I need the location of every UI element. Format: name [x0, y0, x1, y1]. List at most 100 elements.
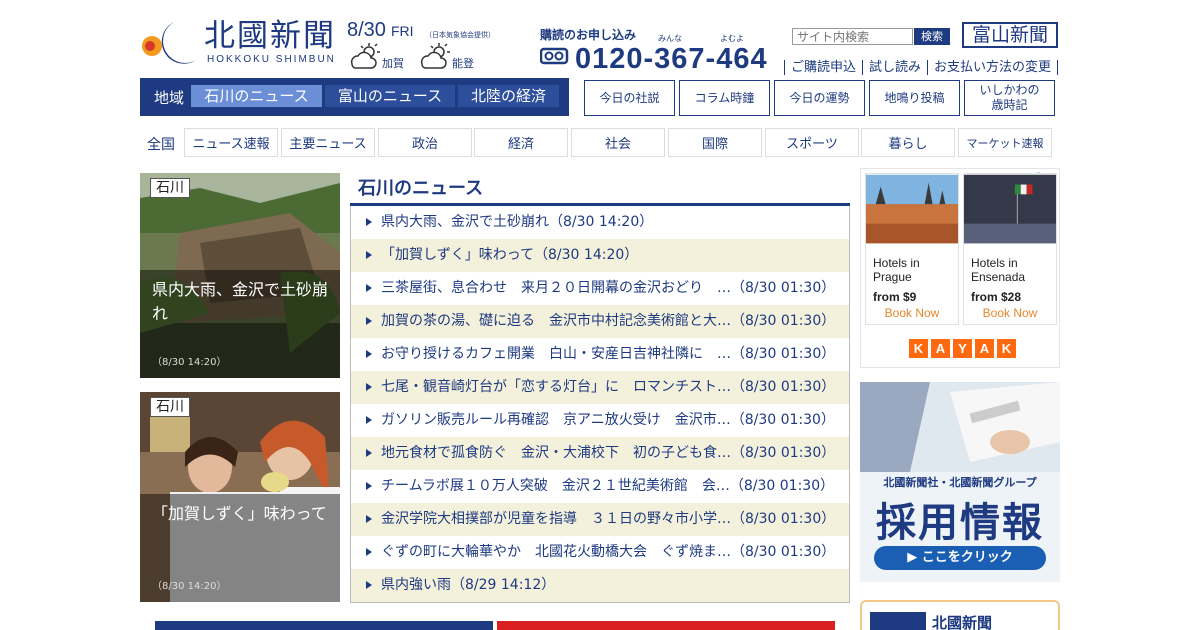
news-item[interactable]: 加賀の茶の湯、礎に迫る 金沢市中村記念美術館と大…（8/30 01:30） [351, 305, 849, 338]
featured-time: （8/30 14:20） [152, 581, 227, 592]
news-item[interactable]: ガソリン販売ルール再確認 京アニ放火受け 金沢市…（8/30 01:30） [351, 404, 849, 437]
date-value: 8/30 [347, 19, 386, 41]
cloud-sun-icon [420, 43, 450, 69]
kayak-logo[interactable]: K A Y A K [909, 339, 1016, 358]
cat-sports[interactable]: スポーツ [765, 128, 859, 157]
cat-market-news[interactable]: マーケット速報 [958, 128, 1052, 157]
link-trial[interactable]: 試し読み [862, 60, 928, 75]
editorial-button[interactable]: 今日の社説 [584, 80, 675, 116]
region-tag: 石川 [150, 397, 190, 417]
hotel-price: from $28 [971, 290, 1022, 304]
hotel-line2: Prague [873, 270, 912, 284]
tab-ishikawa-news[interactable]: 石川のニュース [191, 85, 322, 107]
freedial-icon [540, 47, 569, 65]
news-item[interactable]: 地元食材で孤食防ぐ 金沢・大浦校下 初の子ども食…（8/30 01:30） [351, 437, 849, 470]
featured-title: 「加賀しずく」味わって [152, 504, 327, 523]
tab-hokuriku-economy[interactable]: 北陸の経済 [458, 85, 559, 107]
ishikawa-news-list: 県内大雨、金沢で土砂崩れ（8/30 14:20） 「加賀しずく」味わって（8/3… [350, 206, 850, 603]
news-item[interactable]: お守り授けるカフェ開業 白山・安産日吉神社隣に …（8/30 01:30） [351, 338, 849, 371]
recruit-subtitle: 北國新聞社・北國新聞グループ [883, 476, 1037, 489]
reader-post-button[interactable]: 地鳴り投稿 [869, 80, 960, 116]
hotel-line2: Ensenada [971, 270, 1026, 284]
search-button[interactable]: 検索 [914, 28, 950, 45]
cloud-sun-icon [350, 43, 380, 69]
top-links: ご購読申込 試し読み お支払い方法の変更 [784, 56, 1059, 75]
news-item[interactable]: 七尾・観音崎灯台が「恋する灯台」に ロマンチスト…（8/30 01:30） [351, 371, 849, 404]
column-jisho-button[interactable]: コラム時鐘 [679, 80, 770, 116]
news-section-heading: 石川のニュース [358, 178, 484, 199]
region-tag: 石川 [150, 178, 190, 198]
hotel-ad[interactable]: ⓘ✕ Hotels inPrague from $9 Book Now Hote… [860, 168, 1060, 368]
site-logo[interactable]: 北國新聞 HOKKOKU SHIMBUN [140, 16, 340, 68]
featured-overlay: 「加賀しずく」味わって （8/30 14:20） [140, 494, 340, 602]
current-date: 8/30 FRI [347, 19, 414, 42]
kayak-letter: A [931, 339, 950, 358]
hotel-line1: Hotels in [873, 256, 920, 270]
region-nav-label: 地域 [154, 89, 185, 107]
hotel-card-title: Hotels in Prague [866, 248, 958, 284]
prague-photo [866, 174, 958, 244]
horoscope-button[interactable]: 今日の運勢 [774, 80, 865, 116]
news-item[interactable]: 県内強い雨（8/29 14:12） [351, 569, 849, 602]
cat-living[interactable]: 暮らし [861, 128, 955, 157]
book-now-button[interactable]: Book Now [964, 306, 1056, 320]
recruit-photo [860, 382, 1060, 472]
weather-source-note[interactable]: （日本気象協会提供） [425, 30, 495, 40]
news-item[interactable]: チームラボ展１０万人突破 金沢２１世紀美術館 会…（8/30 01:30） [351, 470, 849, 503]
cat-international[interactable]: 国際 [668, 128, 762, 157]
hotel-price: from $9 [873, 290, 917, 304]
cat-economy[interactable]: 経済 [474, 128, 568, 157]
news-item[interactable]: 県内大雨、金沢で土砂崩れ（8/30 14:20） [351, 206, 849, 239]
phone-number[interactable]: 0120-367-464 [540, 42, 768, 76]
kayak-letter: K [997, 339, 1016, 358]
ensenada-photo [964, 174, 1056, 244]
category-nav-label: 全国 [147, 137, 175, 153]
kayak-letter: A [975, 339, 994, 358]
featured-story-kaga-shizuku[interactable]: 石川 「加賀しずく」味わって （8/30 14:20） [140, 392, 340, 602]
news-item[interactable]: 「加賀しずく」味わって（8/30 14:20） [351, 239, 849, 272]
cat-society[interactable]: 社会 [571, 128, 665, 157]
promo-title: 北國新聞 [932, 614, 993, 630]
news-item[interactable]: ぐずの町に大輪華やか 北國花火動橋大会 ぐず焼ま…（8/30 01:30） [351, 536, 849, 569]
weather-noto[interactable]: 能登 [417, 42, 487, 72]
featured-story-landslide[interactable]: 石川 県内大雨、金沢で土砂崩れ （8/30 14:20） [140, 173, 340, 378]
date-dow: FRI [390, 23, 414, 39]
bottom-banner-left[interactable] [155, 621, 493, 630]
hokkoku-promo-box[interactable]: 北國新聞 [860, 600, 1060, 630]
featured-time: （8/30 14:20） [152, 357, 227, 368]
promo-logo [870, 612, 926, 630]
featured-overlay: 県内大雨、金沢で土砂崩れ （8/30 14:20） [140, 270, 340, 378]
logo-subtext: HOKKOKU SHIMBUN [207, 54, 336, 65]
news-item[interactable]: 金沢学院大相撲部が児童を指導 ３１日の野々市小学…（8/30 01:30） [351, 503, 849, 536]
featured-title: 県内大雨、金沢で土砂崩れ [152, 280, 329, 323]
weather-place: 加賀 [382, 57, 404, 70]
kayak-letter: Y [953, 339, 972, 358]
phone-digits: 0120-367-464 [575, 43, 768, 75]
bottom-banner-right[interactable] [497, 621, 835, 630]
book-now-button[interactable]: Book Now [866, 306, 958, 320]
kayak-letter: K [909, 339, 928, 358]
link-payment-change[interactable]: お支払い方法の変更 [927, 60, 1059, 75]
hotel-card-ensenada[interactable]: Hotels in Ensenada from $28 Book Now [963, 173, 1057, 325]
seasonal-calendar-button[interactable]: いしかわの 歳時記 [964, 80, 1055, 116]
hotel-card-title: Hotels in Ensenada [964, 248, 1056, 284]
link-subscribe[interactable]: ご購読申込 [784, 60, 863, 75]
toyama-shimbun-button[interactable]: 富山新聞 [962, 22, 1058, 48]
tab-toyama-news[interactable]: 富山のニュース [325, 85, 455, 107]
region-nav: 地域 石川のニュース 富山のニュース 北陸の経済 [140, 78, 569, 116]
recruit-title: 採用情報 [876, 500, 1044, 546]
logo-mark-icon [142, 22, 196, 64]
cat-breaking-news[interactable]: ニュース速報 [184, 128, 278, 157]
cat-politics[interactable]: 政治 [378, 128, 472, 157]
subscribe-title: 購読のお申し込み [540, 28, 637, 42]
recruitment-ad[interactable]: 北國新聞社・北國新聞グループ 採用情報 ▶ ここをクリック [860, 382, 1060, 582]
hotel-card-prague[interactable]: Hotels in Prague from $9 Book Now [865, 173, 959, 325]
search-input[interactable] [792, 28, 913, 45]
logo-text: 北國新聞 [204, 18, 336, 54]
weather-kaga[interactable]: 加賀 [347, 42, 417, 72]
weather-place: 能登 [452, 57, 474, 70]
recruit-click-button[interactable]: ▶ ここをクリック [874, 546, 1046, 570]
hotel-line1: Hotels in [971, 256, 1018, 270]
cat-top-news[interactable]: 主要ニュース [281, 128, 375, 157]
news-item[interactable]: 三茶屋街、息合わせ 来月２０日開幕の金沢おどり …（8/30 01:30） [351, 272, 849, 305]
